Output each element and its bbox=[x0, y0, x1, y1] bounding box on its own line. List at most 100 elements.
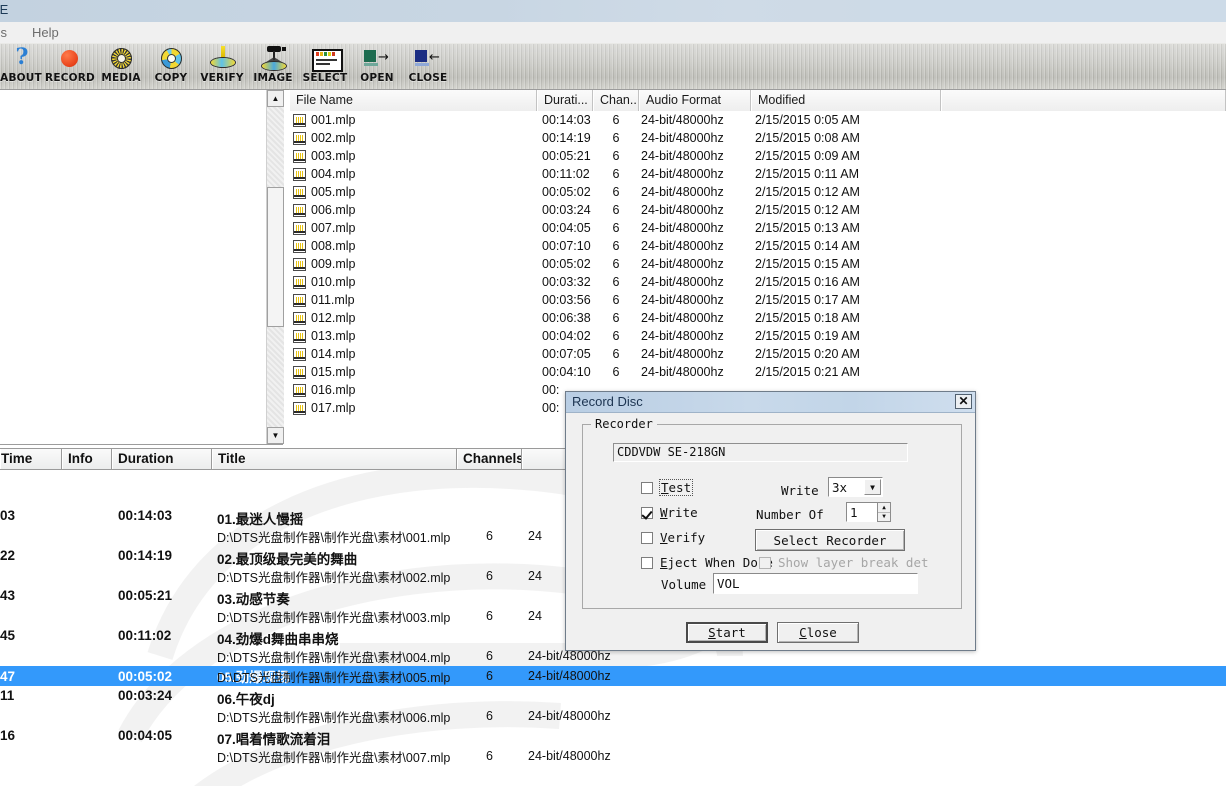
file-name-text: 013.mlp bbox=[311, 329, 356, 343]
channels-cell: 6 bbox=[612, 275, 620, 289]
track-title-cell: 01.最迷人慢摇 bbox=[217, 512, 304, 527]
modified-cell: 2/15/2015 0:14 AM bbox=[755, 239, 860, 253]
test-label: TTestest bbox=[658, 479, 694, 496]
audio-format-cell: 24-bit/48000hz bbox=[641, 293, 724, 307]
test-checkbox[interactable] bbox=[641, 481, 653, 494]
modified-cell: 2/15/2015 0:19 AM bbox=[755, 329, 860, 343]
track-row-detail: D:\DTS光盘制作器\制作光盘\素材\006.mlp 6 24-bit/48000… bbox=[0, 706, 1226, 726]
toolbar-button-media[interactable]: MEDIA bbox=[96, 44, 146, 88]
scrollbar-thumb[interactable] bbox=[267, 187, 284, 327]
toolbar-button-verify[interactable]: VERIFY bbox=[197, 44, 247, 88]
track-list-body[interactable]: 03 00:14:03 01.最迷人慢摇 D:\DTS光盘制作器\制作光盘\素材\00… bbox=[0, 470, 1226, 786]
track-path-cell: D:\DTS光盘制作器\制作光盘\素材\002.mlp bbox=[217, 570, 451, 585]
file-name-text: 003.mlp bbox=[311, 149, 356, 163]
track-path-cell: D:\DTS光盘制作器\制作光盘\素材\007.mlp bbox=[217, 750, 451, 765]
toolbar-button-about[interactable]: ? ABOUT bbox=[0, 44, 46, 88]
menu-item-options[interactable]: ons bbox=[0, 25, 7, 40]
toolbar-label-close: CLOSE bbox=[408, 72, 448, 84]
recorder-name-field[interactable]: CDDVDW SE-218GN bbox=[613, 443, 908, 462]
duration-cell: 00:03:24 bbox=[542, 203, 591, 217]
file-name-text: 010.mlp bbox=[311, 275, 356, 289]
track-title-cell: 06.午夜dj bbox=[217, 692, 275, 707]
chevron-down-icon[interactable]: ▼ bbox=[864, 479, 881, 495]
toolbar-label-about: ABOUT bbox=[0, 72, 42, 84]
verify-beam-icon bbox=[206, 46, 238, 72]
duration-cell: 00:05:21 bbox=[542, 149, 591, 163]
track-channels-cell: 6 bbox=[486, 569, 493, 583]
scroll-down-icon[interactable]: ▼ bbox=[267, 427, 284, 444]
toolbar-button-select[interactable]: SELECT bbox=[300, 44, 350, 88]
mlp-file-icon bbox=[293, 131, 306, 145]
file-list-row[interactable]: 010.mlp 00:03:32 6 24-bit/48000hz 2/15/2015 … bbox=[289, 273, 1226, 291]
modified-cell: 2/15/2015 0:13 AM bbox=[755, 221, 860, 235]
file-list-row[interactable]: 012.mlp 00:06:38 6 24-bit/48000hz 2/15/2015 … bbox=[289, 309, 1226, 327]
track-row-detail: D:\DTS光盘制作器\制作光盘\素材\001.mlp 6 24 bbox=[0, 526, 1226, 546]
write-speed-select[interactable]: 3x ▼ bbox=[828, 477, 883, 497]
track-path-cell: D:\DTS光盘制作器\制作光盘\素材\001.mlp bbox=[217, 530, 451, 545]
mlp-file-icon bbox=[293, 221, 306, 235]
toolbar-button-image[interactable]: IMAGE bbox=[248, 44, 298, 88]
file-list-column-header[interactable]: Modified bbox=[751, 90, 941, 111]
mlp-file-icon bbox=[293, 401, 306, 415]
file-list-row[interactable]: 004.mlp 00:11:02 6 24-bit/48000hz 2/15/2015 … bbox=[289, 165, 1226, 183]
duration-cell: 00:04:02 bbox=[542, 329, 591, 343]
track-list-column-header[interactable]: Duration bbox=[112, 449, 212, 469]
toolbar-button-close[interactable]: ← CLOSE bbox=[403, 44, 453, 88]
audio-format-cell: 24-bit/48000hz bbox=[641, 347, 724, 361]
duration-cell: 00:07:05 bbox=[542, 347, 591, 361]
track-info-cell bbox=[62, 626, 112, 628]
file-list-column-header[interactable]: Chan... bbox=[593, 90, 639, 111]
toolbar-button-copy[interactable]: COPY bbox=[146, 44, 196, 88]
file-list-row[interactable]: 002.mlp 00:14:19 6 24-bit/48000hz 2/15/2015 … bbox=[289, 129, 1226, 147]
title-bar-highlight bbox=[870, 0, 1226, 22]
file-list-row[interactable]: 011.mlp 00:03:56 6 24-bit/48000hz 2/15/2015 … bbox=[289, 291, 1226, 309]
file-name-cell: 010.mlp bbox=[289, 275, 537, 289]
track-title-cell: 02.最顶级最完美的舞曲 bbox=[217, 552, 358, 567]
track-duration-cell: 00:14:19 bbox=[118, 548, 173, 563]
duration-cell: 00:05:02 bbox=[542, 185, 591, 199]
track-list-column-header[interactable]: Info bbox=[62, 449, 112, 469]
file-list-row[interactable]: 009.mlp 00:05:02 6 24-bit/48000hz 2/15/2015 … bbox=[289, 255, 1226, 273]
track-list-column-header[interactable]: Title bbox=[212, 449, 457, 469]
file-list-column-header[interactable]: Durati... bbox=[537, 90, 593, 111]
track-list-column-header[interactable]: Channels bbox=[457, 449, 522, 469]
channels-cell: 6 bbox=[612, 257, 620, 271]
close-icon[interactable]: ✕ bbox=[955, 394, 972, 409]
audio-format-cell: 24-bit/48000hz bbox=[641, 311, 724, 325]
file-list-row[interactable]: 014.mlp 00:07:05 6 24-bit/48000hz 2/15/2015 … bbox=[289, 345, 1226, 363]
file-list-row[interactable]: 013.mlp 00:04:02 6 24-bit/48000hz 2/15/2015 … bbox=[289, 327, 1226, 345]
modified-cell: 2/15/2015 0:12 AM bbox=[755, 185, 860, 199]
file-list-row[interactable]: 003.mlp 00:05:21 6 24-bit/48000hz 2/15/2015 … bbox=[289, 147, 1226, 165]
window-title: IE bbox=[0, 2, 9, 17]
file-list-row[interactable]: 015.mlp 00:04:10 6 24-bit/48000hz 2/15/2015 … bbox=[289, 363, 1226, 381]
file-list-row[interactable]: 007.mlp 00:04:05 6 24-bit/48000hz 2/15/2015 … bbox=[289, 219, 1226, 237]
scroll-up-icon[interactable]: ▲ bbox=[267, 90, 284, 107]
file-list-column-header[interactable]: File Name bbox=[289, 90, 537, 111]
channels-cell: 6 bbox=[612, 311, 620, 325]
audio-format-cell: 24-bit/48000hz bbox=[641, 203, 724, 217]
file-list-column-header[interactable] bbox=[941, 90, 1226, 111]
track-list-column-header[interactable]: Time bbox=[0, 449, 62, 469]
track-info-cell bbox=[62, 726, 112, 728]
modified-cell: 2/15/2015 0:12 AM bbox=[755, 203, 860, 217]
modified-cell: 2/15/2015 0:05 AM bbox=[755, 113, 860, 127]
channels-cell: 6 bbox=[612, 167, 620, 181]
duration-cell: 00:06:38 bbox=[542, 311, 591, 325]
file-list-row[interactable]: 005.mlp 00:05:02 6 24-bit/48000hz 2/15/2015 … bbox=[289, 183, 1226, 201]
file-list-row[interactable]: 008.mlp 00:07:10 6 24-bit/48000hz 2/15/2015 … bbox=[289, 237, 1226, 255]
menu-item-help[interactable]: Help bbox=[32, 25, 59, 40]
file-list-row[interactable]: 006.mlp 00:03:24 6 24-bit/48000hz 2/15/2015 … bbox=[289, 201, 1226, 219]
toolbar-label-open: OPEN bbox=[360, 72, 394, 84]
file-name-text: 001.mlp bbox=[311, 113, 356, 127]
checkbox-row-test[interactable]: TTestest bbox=[641, 479, 694, 496]
file-name-text: 009.mlp bbox=[311, 257, 356, 271]
duration-cell: 00:05:02 bbox=[542, 257, 591, 271]
file-name-text: 008.mlp bbox=[311, 239, 356, 253]
toolbar-button-open[interactable]: → OPEN bbox=[352, 44, 402, 88]
file-list-column-header[interactable]: Audio Format bbox=[639, 90, 751, 111]
left-pane-scrollbar[interactable]: ▲ ▼ bbox=[266, 90, 284, 444]
file-list-row[interactable]: 001.mlp 00:14:03 6 24-bit/48000hz 2/15/2015 … bbox=[289, 111, 1226, 129]
application-window: IE ons Help ? ABOUT RECORD MEDIA COPY VE… bbox=[0, 0, 1226, 786]
toolbar-button-record[interactable]: RECORD bbox=[45, 44, 95, 88]
duration-cell: 00:14:19 bbox=[542, 131, 591, 145]
